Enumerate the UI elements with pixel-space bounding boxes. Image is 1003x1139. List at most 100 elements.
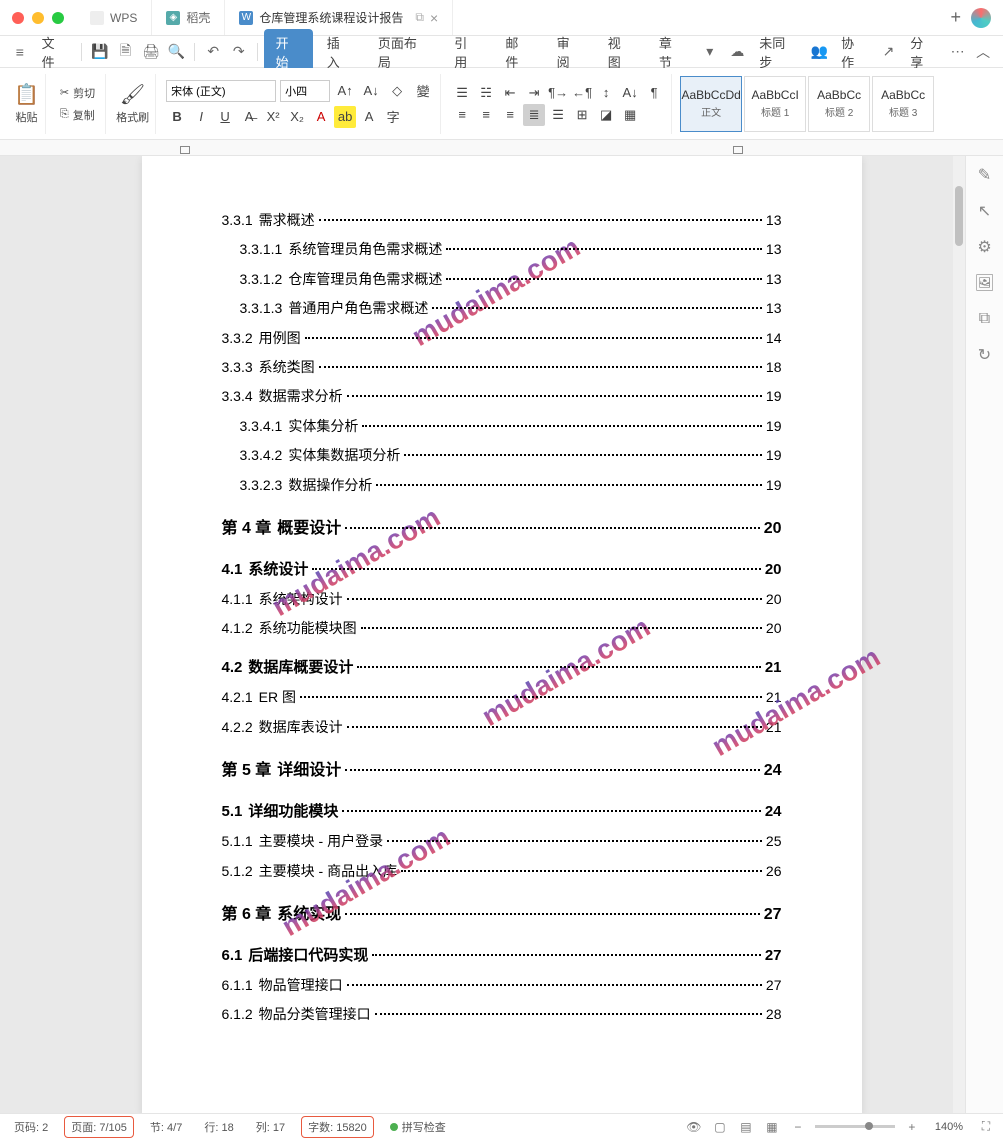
toc-entry[interactable]: 4.1.2系统功能模块图20 xyxy=(222,614,782,643)
toc-entry[interactable]: 3.3.1.2仓库管理员角色需求概述13 xyxy=(222,265,782,294)
hamburger-icon[interactable]: ≡ xyxy=(8,40,32,64)
fullscreen-icon[interactable]: ⛶ xyxy=(977,1118,995,1136)
word-count-status[interactable]: 字数: 15820 xyxy=(301,1116,374,1138)
history-icon[interactable]: ↻ xyxy=(974,344,996,366)
zoom-value[interactable]: 140% xyxy=(929,1119,969,1135)
close-icon[interactable] xyxy=(12,12,24,24)
toc-entry[interactable]: 5.1.2主要模块 - 商品出入库26 xyxy=(222,857,782,886)
font-color-icon[interactable]: A xyxy=(310,106,332,128)
style-item[interactable]: AaBbCc标题 2 xyxy=(808,76,870,132)
phonetic-icon[interactable]: 變 xyxy=(412,80,434,102)
page-status[interactable]: 页面: 7/105 xyxy=(64,1116,134,1138)
view-outline-icon[interactable]: ▦ xyxy=(763,1118,781,1136)
shading-icon[interactable]: ◪ xyxy=(595,104,617,126)
char-shading-icon[interactable]: A xyxy=(358,106,380,128)
align-justify-icon[interactable]: ≣ xyxy=(523,104,545,126)
close-tab-icon[interactable]: × xyxy=(430,10,438,26)
align-center-icon[interactable]: ≡ xyxy=(475,104,497,126)
slider-thumb[interactable] xyxy=(865,1122,873,1130)
subscript-icon[interactable]: X₂ xyxy=(286,106,308,128)
cloud-icon[interactable]: ☁ xyxy=(726,40,750,64)
show-marks-icon[interactable]: ¶ xyxy=(643,82,665,104)
toc-entry[interactable]: 第 5 章详细设计24 xyxy=(222,754,782,788)
toc-entry[interactable]: 3.3.4数据需求分析19 xyxy=(222,382,782,411)
document-tab[interactable]: WPS xyxy=(76,0,152,35)
format-painter-button[interactable]: 🖌 格式刷 xyxy=(116,82,149,125)
font-size-select[interactable] xyxy=(280,80,330,102)
grow-font-icon[interactable]: A↑ xyxy=(334,80,356,102)
toc-entry[interactable]: 3.3.2用例图14 xyxy=(222,324,782,353)
superscript-icon[interactable]: X² xyxy=(262,106,284,128)
cursor-icon[interactable]: ↖ xyxy=(974,200,996,222)
image-icon[interactable]: 🖼 xyxy=(974,272,996,294)
tab-stops-icon[interactable]: ⊞ xyxy=(571,104,593,126)
align-left-icon[interactable]: ≡ xyxy=(451,104,473,126)
print-icon[interactable]: 🖨 xyxy=(139,40,163,64)
toc-entry[interactable]: 6.1.1物品管理接口27 xyxy=(222,971,782,1000)
char-border-icon[interactable]: 字 xyxy=(382,106,404,128)
align-right-icon[interactable]: ≡ xyxy=(499,104,521,126)
linespacing-icon[interactable]: ↕ xyxy=(595,82,617,104)
underline-icon[interactable]: U xyxy=(214,106,236,128)
toc-entry[interactable]: 第 6 章系统实现27 xyxy=(222,898,782,932)
scrollbar[interactable] xyxy=(953,156,965,1113)
numbering-icon[interactable]: ☵ xyxy=(475,82,497,104)
eye-icon[interactable]: 👁 xyxy=(685,1118,703,1136)
font-family-select[interactable] xyxy=(166,80,276,102)
toc-entry[interactable]: 3.3.1.3普通用户角色需求概述13 xyxy=(222,294,782,323)
toc-entry[interactable]: 3.3.2.3数据操作分析19 xyxy=(222,471,782,500)
outdent-icon[interactable]: ⇤ xyxy=(499,82,521,104)
save-as-icon[interactable]: 🗎 xyxy=(114,40,138,64)
minimize-icon[interactable] xyxy=(32,12,44,24)
style-item[interactable]: AaBbCcDd正文 xyxy=(680,76,742,132)
line-status[interactable]: 行: 18 xyxy=(198,1117,239,1137)
style-item[interactable]: AaBbCc标题 3 xyxy=(872,76,934,132)
bullets-icon[interactable]: ☰ xyxy=(451,82,473,104)
view-print-icon[interactable]: ▢ xyxy=(711,1118,729,1136)
chapter-dropdown-icon[interactable]: ▾ xyxy=(698,40,722,64)
settings-icon[interactable]: ⚙ xyxy=(974,236,996,258)
distribute-icon[interactable]: ☰ xyxy=(547,104,569,126)
screenshot-icon[interactable]: ⧉ xyxy=(974,308,996,330)
page-num-status[interactable]: 页码: 2 xyxy=(8,1117,54,1137)
rtl-icon[interactable]: ←¶ xyxy=(571,82,593,104)
toc-entry[interactable]: 3.3.4.1实体集分析19 xyxy=(222,412,782,441)
toc-entry[interactable]: 4.1.1系统架构设计20 xyxy=(222,585,782,614)
external-icon[interactable]: ⧉ xyxy=(415,10,424,25)
toc-entry[interactable]: 3.3.4.2实体集数据项分析19 xyxy=(222,441,782,470)
toc-entry[interactable]: 3.3.1.1系统管理员角色需求概述13 xyxy=(222,235,782,264)
scroll-thumb[interactable] xyxy=(955,186,963,246)
shrink-font-icon[interactable]: A↓ xyxy=(360,80,382,102)
toc-entry[interactable]: 6.1后端接口代码实现27 xyxy=(222,940,782,972)
ltr-icon[interactable]: ¶→ xyxy=(547,82,569,104)
brand-icon[interactable] xyxy=(971,8,991,28)
document-tab[interactable]: ◈稻壳 xyxy=(152,0,225,35)
toc-entry[interactable]: 5.1详细功能模块24 xyxy=(222,796,782,828)
sort-icon[interactable]: A↓ xyxy=(619,82,641,104)
collab-icon[interactable]: 👥 xyxy=(808,40,832,64)
view-web-icon[interactable]: ▤ xyxy=(737,1118,755,1136)
redo-icon[interactable]: ↷ xyxy=(227,40,251,64)
paste-button[interactable]: 📋 粘贴 xyxy=(14,82,39,125)
ruler[interactable] xyxy=(0,140,1003,156)
toc-entry[interactable]: 4.2数据库概要设计21 xyxy=(222,652,782,684)
document-page[interactable]: mudaima.com mudaima.com mudaima.com muda… xyxy=(142,156,862,1113)
strike-icon[interactable]: A̶ xyxy=(238,106,260,128)
spell-check-status[interactable]: 拼写检查 xyxy=(384,1117,452,1137)
preview-icon[interactable]: 🔍 xyxy=(165,40,189,64)
italic-icon[interactable]: I xyxy=(190,106,212,128)
collapse-ribbon-icon[interactable]: ︿ xyxy=(971,40,995,64)
copy-button[interactable]: ⎘复制 xyxy=(56,105,99,125)
borders-icon[interactable]: ▦ xyxy=(619,104,641,126)
toc-entry[interactable]: 3.3.1需求概述13 xyxy=(222,206,782,235)
section-status[interactable]: 节: 4/7 xyxy=(144,1117,188,1137)
col-status[interactable]: 列: 17 xyxy=(250,1117,291,1137)
zoom-out-icon[interactable]: − xyxy=(789,1118,807,1136)
maximize-icon[interactable] xyxy=(52,12,64,24)
cut-button[interactable]: ✂剪切 xyxy=(56,83,99,103)
toc-entry[interactable]: 4.2.1ER 图21 xyxy=(222,683,782,712)
add-tab-button[interactable]: + xyxy=(940,7,971,28)
toc-entry[interactable]: 5.1.1主要模块 - 用户登录25 xyxy=(222,827,782,856)
zoom-in-icon[interactable]: + xyxy=(903,1118,921,1136)
toc-entry[interactable]: 6.1.2物品分类管理接口28 xyxy=(222,1000,782,1029)
